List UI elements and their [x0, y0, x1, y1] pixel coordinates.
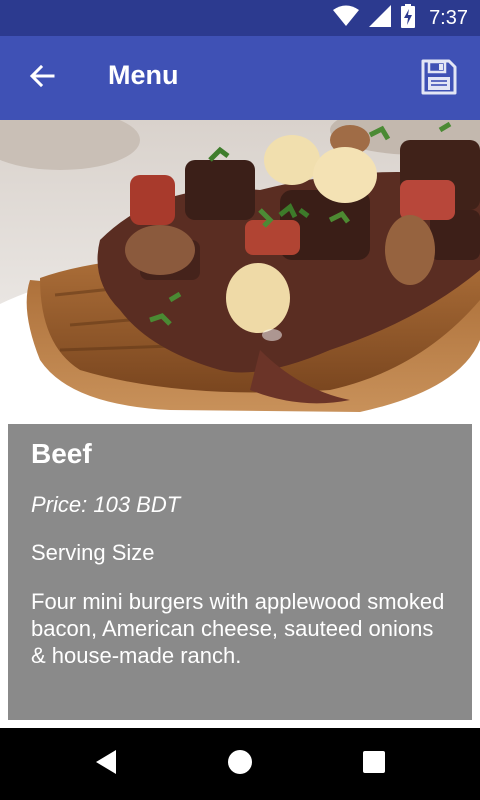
battery-charging-icon	[401, 3, 416, 33]
save-button[interactable]	[416, 56, 462, 102]
nav-back-button[interactable]	[86, 746, 126, 782]
menu-item-card: Beef Price: 103 BDT Serving Size Four mi…	[8, 424, 472, 720]
item-name: Beef	[31, 438, 92, 469]
item-description: Four mini burgers with applewood smoked …	[31, 589, 445, 668]
home-circle-icon	[227, 749, 253, 780]
navigation-bar	[0, 728, 480, 800]
status-icons: 7:37	[333, 0, 468, 36]
status-time: 7:37	[429, 6, 468, 29]
item-price: Price: 103 BDT	[31, 492, 181, 517]
dish-image	[0, 120, 480, 416]
arrow-back-icon	[29, 64, 55, 93]
item-serving-size: Serving Size	[31, 540, 155, 565]
app-bar: Menu	[0, 36, 480, 120]
back-button[interactable]	[20, 58, 64, 98]
back-triangle-icon	[94, 749, 118, 780]
floppy-disk-icon	[420, 58, 458, 101]
nav-recents-button[interactable]	[354, 746, 394, 782]
recents-square-icon	[362, 750, 386, 779]
cell-signal-icon	[369, 4, 392, 32]
wifi-icon	[333, 5, 360, 32]
status-bar: 7:37	[0, 0, 480, 36]
page-title: Menu	[108, 60, 179, 90]
nav-home-button[interactable]	[220, 746, 260, 782]
